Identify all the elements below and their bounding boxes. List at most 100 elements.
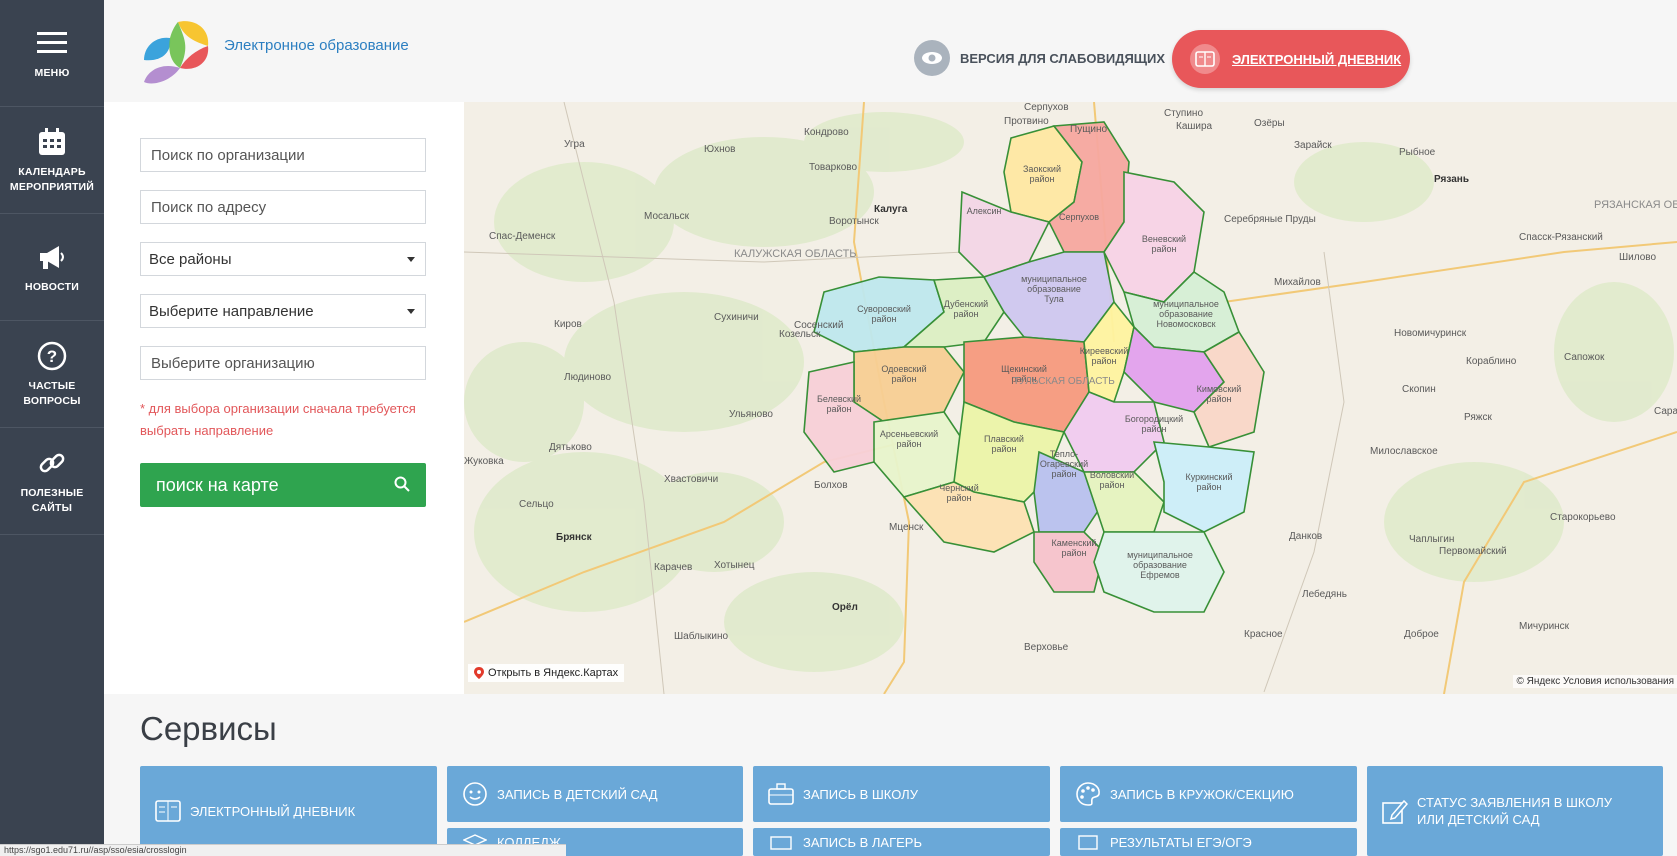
- city-label: Старокорьево: [1550, 512, 1616, 523]
- district-label: район: [1206, 394, 1231, 404]
- district-label: район: [1141, 424, 1166, 434]
- sidebar-item-label: Полезные сайты: [20, 487, 84, 514]
- city-label: Жуковка: [464, 456, 504, 467]
- city-label: Верховье: [1024, 642, 1069, 653]
- district-label: Заокский: [1023, 164, 1061, 174]
- sidebar-item-menu[interactable]: Меню: [0, 0, 104, 107]
- city-label: Красное: [1244, 629, 1283, 640]
- selection-note: * для выбора организации сначала требует…: [140, 401, 416, 438]
- district-label: район: [1091, 356, 1116, 366]
- open-yandex-maps-link[interactable]: Открыть в Яндекс.Картах: [468, 664, 625, 682]
- city-label: Мосальск: [644, 211, 690, 222]
- district-label: район: [896, 439, 921, 449]
- search-panel: Поиск по организации Поиск по адресу Все…: [104, 102, 464, 694]
- briefcase-icon: [767, 780, 795, 808]
- logo-text: Электронное образование: [224, 36, 409, 54]
- city-label: Спас-Деменск: [489, 231, 556, 242]
- map-pin-icon: [474, 667, 484, 679]
- service-camp[interactable]: Запись в лагерь: [753, 828, 1050, 856]
- district-label: район: [991, 444, 1016, 454]
- city-label: Угра: [564, 139, 585, 150]
- city-label: Рыбное: [1399, 146, 1436, 158]
- electronic-diary-button[interactable]: Электронный дневник: [1172, 30, 1410, 88]
- city-label: Воротынск: [829, 216, 879, 227]
- low-vision-link[interactable]: Версия для слабовидящих: [914, 40, 1165, 76]
- city-label: Мценск: [889, 522, 924, 533]
- map-copyright[interactable]: © Яндекс Условия использования: [1513, 675, 1677, 688]
- service-label: Результаты ЕГЭ/ОГЭ: [1110, 834, 1252, 850]
- city-label: Сосенский: [794, 320, 843, 331]
- sidebar-item-label: Меню: [34, 66, 70, 79]
- service-school[interactable]: Запись в школу: [753, 766, 1050, 822]
- search-icon: [394, 476, 410, 492]
- service-label: Электронный дневник: [190, 803, 356, 819]
- region-label: ТУЛЬСКАЯ ОБЛАСТЬ: [1013, 376, 1115, 387]
- service-club[interactable]: Запись в кружок/секцию: [1060, 766, 1357, 822]
- service-electronic-diary[interactable]: Электронный дневник: [140, 766, 437, 856]
- district-label: Тула: [1044, 294, 1064, 304]
- direction-select[interactable]: Выберите направление: [140, 294, 426, 328]
- district-select-value: Все районы: [149, 250, 232, 268]
- district-label: Суворовский: [857, 304, 911, 314]
- city-label: Зарайск: [1294, 140, 1332, 151]
- city-label: Мичуринск: [1519, 621, 1570, 632]
- city-label: Шилово: [1619, 252, 1656, 263]
- district-label: Веневский: [1142, 234, 1186, 244]
- direction-select-value: Выберите направление: [149, 302, 314, 320]
- district-label: Щекинский: [1001, 364, 1047, 374]
- district-label: образование: [1027, 284, 1081, 294]
- low-vision-label: Версия для слабовидящих: [960, 50, 1166, 66]
- district-label: Каменский: [1052, 538, 1097, 548]
- city-label: Болхов: [814, 480, 848, 491]
- city-label: Чаплыгин: [1409, 534, 1454, 545]
- map-search-button[interactable]: поиск на карте: [140, 463, 426, 507]
- service-label: Статус заявления в школу или детский сад: [1417, 795, 1613, 827]
- city-label: Пущино: [1070, 124, 1108, 135]
- palette-icon: [1074, 780, 1102, 808]
- city-label: Дятьково: [549, 442, 592, 453]
- city-label: Шаблыкино: [674, 630, 729, 642]
- service-label: Запись в детский сад: [497, 786, 658, 802]
- city-label: Доброе: [1404, 628, 1439, 640]
- site-logo[interactable]: Электронное образование: [140, 16, 409, 86]
- city-label: Кондрово: [804, 127, 849, 138]
- smile-icon: [461, 780, 489, 808]
- sidebar-item-label: Календарь мероприятий: [9, 166, 95, 193]
- district-label: Богородицкий: [1125, 414, 1183, 424]
- district-label: образование: [1159, 309, 1213, 319]
- org-search-input[interactable]: Поиск по организации: [140, 138, 426, 172]
- district-label: муниципальное: [1153, 299, 1219, 309]
- organization-select[interactable]: Выберите организацию: [140, 346, 426, 380]
- city-label: Брянск: [556, 532, 593, 543]
- map-view[interactable]: Заокский район Алексин Серпухов Веневский…: [464, 102, 1677, 694]
- service-kindergarten[interactable]: Запись в детский сад: [447, 766, 743, 822]
- address-search-input[interactable]: Поиск по адресу: [140, 190, 426, 224]
- diary-button-label: Электронный дневник: [1232, 51, 1402, 67]
- service-label: Запись в кружок/секцию: [1110, 786, 1294, 802]
- service-exam-results[interactable]: Результаты ЕГЭ/ОГЭ: [1060, 828, 1357, 856]
- district-label: Алексин: [967, 206, 1002, 216]
- district-label: Ефремов: [1140, 570, 1180, 580]
- city-label: Киров: [554, 319, 582, 330]
- sidebar-item-links[interactable]: Полезные сайты: [0, 428, 104, 535]
- region-label: КАЛУЖСКАЯ ОБЛАСТЬ: [734, 248, 857, 260]
- map-canvas[interactable]: Заокский район Алексин Серпухов Веневский…: [464, 102, 1677, 694]
- calendar-icon: [35, 125, 69, 159]
- city-label: Рязань: [1434, 174, 1469, 185]
- sidebar-item-news[interactable]: Новости: [0, 214, 104, 321]
- district-label: Арсеньевский: [880, 429, 938, 439]
- city-label: Юхнов: [704, 144, 736, 155]
- eye-icon: [914, 40, 950, 76]
- city-label: Карачев: [654, 562, 692, 573]
- district-label: муниципальное: [1127, 550, 1193, 560]
- logo-icon: [144, 21, 209, 84]
- diary-icon: [1190, 44, 1220, 74]
- district-label: Одоевский: [881, 364, 926, 374]
- service-application-status[interactable]: Статус заявления в школу или детский сад: [1367, 766, 1663, 856]
- city-label: Товарково: [809, 162, 857, 173]
- sidebar-item-faq[interactable]: ? Частые вопросы: [0, 321, 104, 428]
- district-select[interactable]: Все районы: [140, 242, 426, 276]
- diary-icon: [154, 797, 182, 825]
- sidebar-item-calendar[interactable]: Календарь мероприятий: [0, 107, 104, 214]
- district-label: Серпухов: [1059, 212, 1099, 222]
